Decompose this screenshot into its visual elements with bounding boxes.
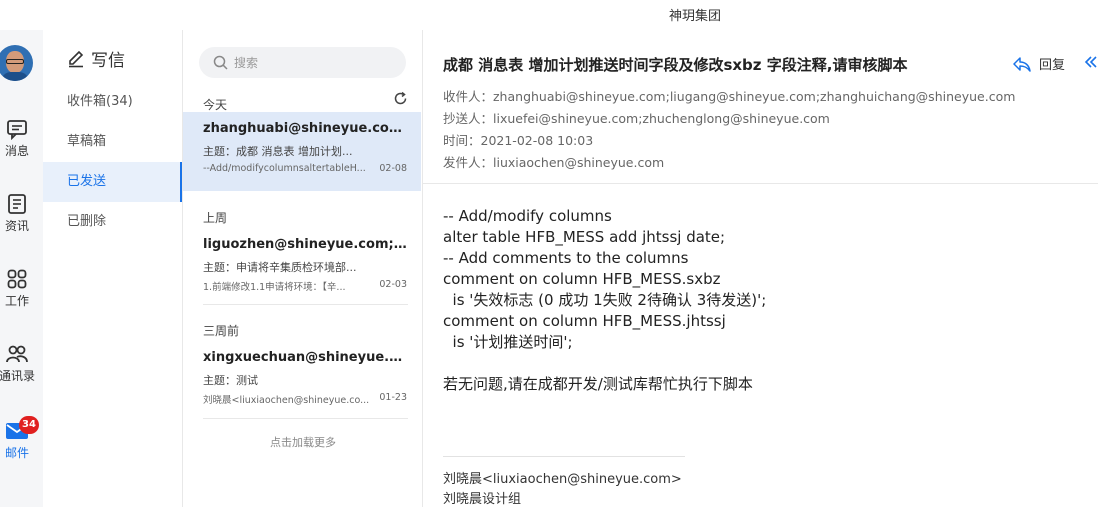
mail-preview: --Add/modifycolumnsaltertableH...: [203, 163, 366, 174]
mail-cc: 抄送人：lixuefei@shineyue.com;zhuchenglong@s…: [443, 111, 830, 126]
folder-deleted[interactable]: 已删除: [43, 202, 182, 242]
nav-rail: 消息 资讯 工作 通讯录 34 邮件: [0, 30, 43, 507]
search-icon: [213, 55, 228, 70]
rail-item-mail[interactable]: 34 邮件: [0, 416, 42, 461]
signature-line: 刘晓晨<liuxiaochen@shineyue.com>: [443, 472, 682, 487]
group-label-last-week: 上周: [203, 211, 228, 225]
header-divider: [423, 183, 1098, 184]
mail-body: -- Add/modify columns alter table HFB_ME…: [443, 207, 767, 393]
pencil-icon: [69, 50, 84, 67]
rail-item-messages[interactable]: 消息: [0, 118, 42, 159]
rail-label: 资讯: [4, 219, 29, 233]
mail-date: 01-23: [379, 392, 407, 403]
rail-label: 工作: [4, 294, 29, 308]
chat-icon: [7, 120, 27, 140]
search-placeholder: 搜索: [234, 56, 259, 70]
apps-grid-icon: [7, 269, 27, 289]
contacts-icon: [6, 345, 28, 363]
signature-divider: [443, 456, 685, 457]
mail-list-panel: 搜索 今天 zhanghuabi@shineyue.com;... 主题：成都 …: [183, 30, 423, 507]
search-input[interactable]: 搜索: [199, 47, 406, 78]
compose-button[interactable]: 写信: [67, 46, 125, 71]
signature-line: 刘晓晨设计组: [443, 492, 522, 507]
unread-badge: 34: [19, 416, 39, 434]
mail-preview: 刘晓晨<liuxiaochen@shineyue.co...: [203, 395, 370, 406]
avatar[interactable]: [0, 45, 33, 81]
mail-date: 02-08: [379, 163, 407, 174]
mail-recipients: 收件人：zhanghuabi@shineyue.com;liugang@shin…: [443, 89, 1016, 104]
mail-from: xingxuechuan@shineyue.com: [203, 350, 407, 365]
mail-date: 02-03: [379, 279, 407, 290]
folder-panel: 写信 收件箱(34) 草稿箱 已发送 已删除: [43, 30, 183, 507]
rail-item-work[interactable]: 工作: [0, 268, 42, 309]
window-title: 神玥集团: [668, 9, 721, 24]
mail-subject-title: 成都 消息表 增加计划推送时间字段及修改sxbz 字段注释,请审核脚本: [443, 56, 908, 74]
load-more-link[interactable]: 点击加载更多: [183, 434, 423, 450]
rail-label: 邮件: [4, 446, 29, 460]
compose-label: 写信: [91, 51, 125, 71]
rail-item-news[interactable]: 资讯: [0, 193, 42, 234]
mail-subject: 主题：申请将辛集质检环境部...: [203, 261, 357, 274]
folder-drafts[interactable]: 草稿箱: [43, 122, 182, 162]
mail-list-item[interactable]: liguozhen@shineyue.com;w... 主题：申请将辛集质检环境…: [183, 228, 421, 307]
folder-inbox[interactable]: 收件箱(34): [43, 82, 182, 122]
mail-subject: 主题：成都 消息表 增加计划...: [203, 145, 353, 158]
folder-sent[interactable]: 已发送: [43, 162, 182, 202]
reply-label: 回复: [1039, 58, 1066, 73]
mail-list-item[interactable]: xingxuechuan@shineyue.com 主题：测试 刘晓晨<liux…: [183, 341, 421, 420]
group-label-three-weeks-ago: 三周前: [203, 324, 240, 338]
mail-subject: 主题：测试: [203, 374, 258, 387]
title-bar: 神玥集团: [0, 0, 1098, 30]
refresh-icon[interactable]: [393, 91, 408, 106]
list-divider: [203, 304, 408, 305]
double-chevron-icon[interactable]: [1083, 54, 1098, 70]
list-divider: [203, 418, 408, 419]
reply-button[interactable]: 回复: [1013, 54, 1065, 73]
mail-preview: 1.前端修改1.1申请将环境：【辛...: [203, 282, 346, 293]
document-icon: [8, 194, 26, 214]
rail-item-contacts[interactable]: 通讯录: [0, 343, 42, 384]
mail-list-item[interactable]: zhanghuabi@shineyue.com;... 主题：成都 消息表 增加…: [183, 112, 421, 191]
mail-sender: 发件人：liuxiaochen@shineyue.com: [443, 155, 665, 170]
mail-time: 时间：2021-02-08 10:03: [443, 133, 594, 148]
rail-label: 通讯录: [0, 369, 35, 383]
group-label-today: 今天: [203, 98, 228, 112]
mail-from: liguozhen@shineyue.com;w...: [203, 237, 407, 252]
reply-icon: [1013, 56, 1031, 72]
rail-label: 消息: [4, 144, 29, 158]
mail-from: zhanghuabi@shineyue.com;...: [203, 121, 407, 136]
mail-reader: 成都 消息表 增加计划推送时间字段及修改sxbz 字段注释,请审核脚本 回复 收…: [423, 30, 1098, 507]
